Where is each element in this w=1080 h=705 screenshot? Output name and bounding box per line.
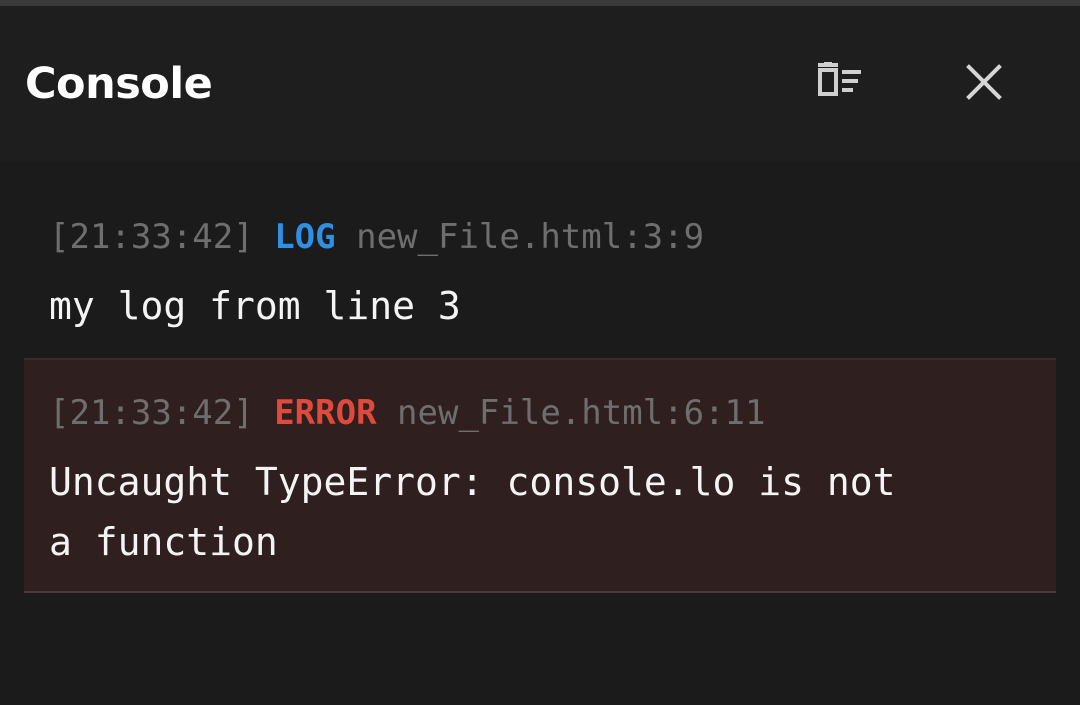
entry-level: ERROR	[274, 393, 377, 433]
entry-source-link[interactable]: new_File.html:3:9	[356, 217, 704, 257]
entry-meta: [21:33:42] LOG new_File.html:3:9	[49, 212, 1056, 262]
page-title: Console	[25, 59, 213, 109]
entry-source-link[interactable]: new_File.html:6:11	[397, 393, 765, 433]
entry-message: Uncaught TypeError: console.lo is not a …	[49, 460, 896, 564]
entry-meta: [21:33:42] ERROR new_File.html:6:11	[49, 388, 1056, 438]
close-icon	[966, 63, 1002, 105]
clear-console-button[interactable]	[808, 52, 872, 116]
close-button[interactable]	[952, 52, 1016, 116]
entry-time: [21:33:42]	[49, 217, 254, 257]
error-entry[interactable]: [21:33:42] ERROR new_File.html:6:11 Unca…	[24, 358, 1056, 593]
log-entry[interactable]: [21:33:42] LOG new_File.html:3:9 my log …	[24, 212, 1056, 358]
clear-all-icon	[815, 61, 865, 107]
console-header: Console	[0, 6, 1080, 162]
entry-time: [21:33:42]	[49, 393, 254, 433]
entry-level: LOG	[274, 217, 336, 257]
entry-message: my log from line 3	[49, 284, 461, 328]
